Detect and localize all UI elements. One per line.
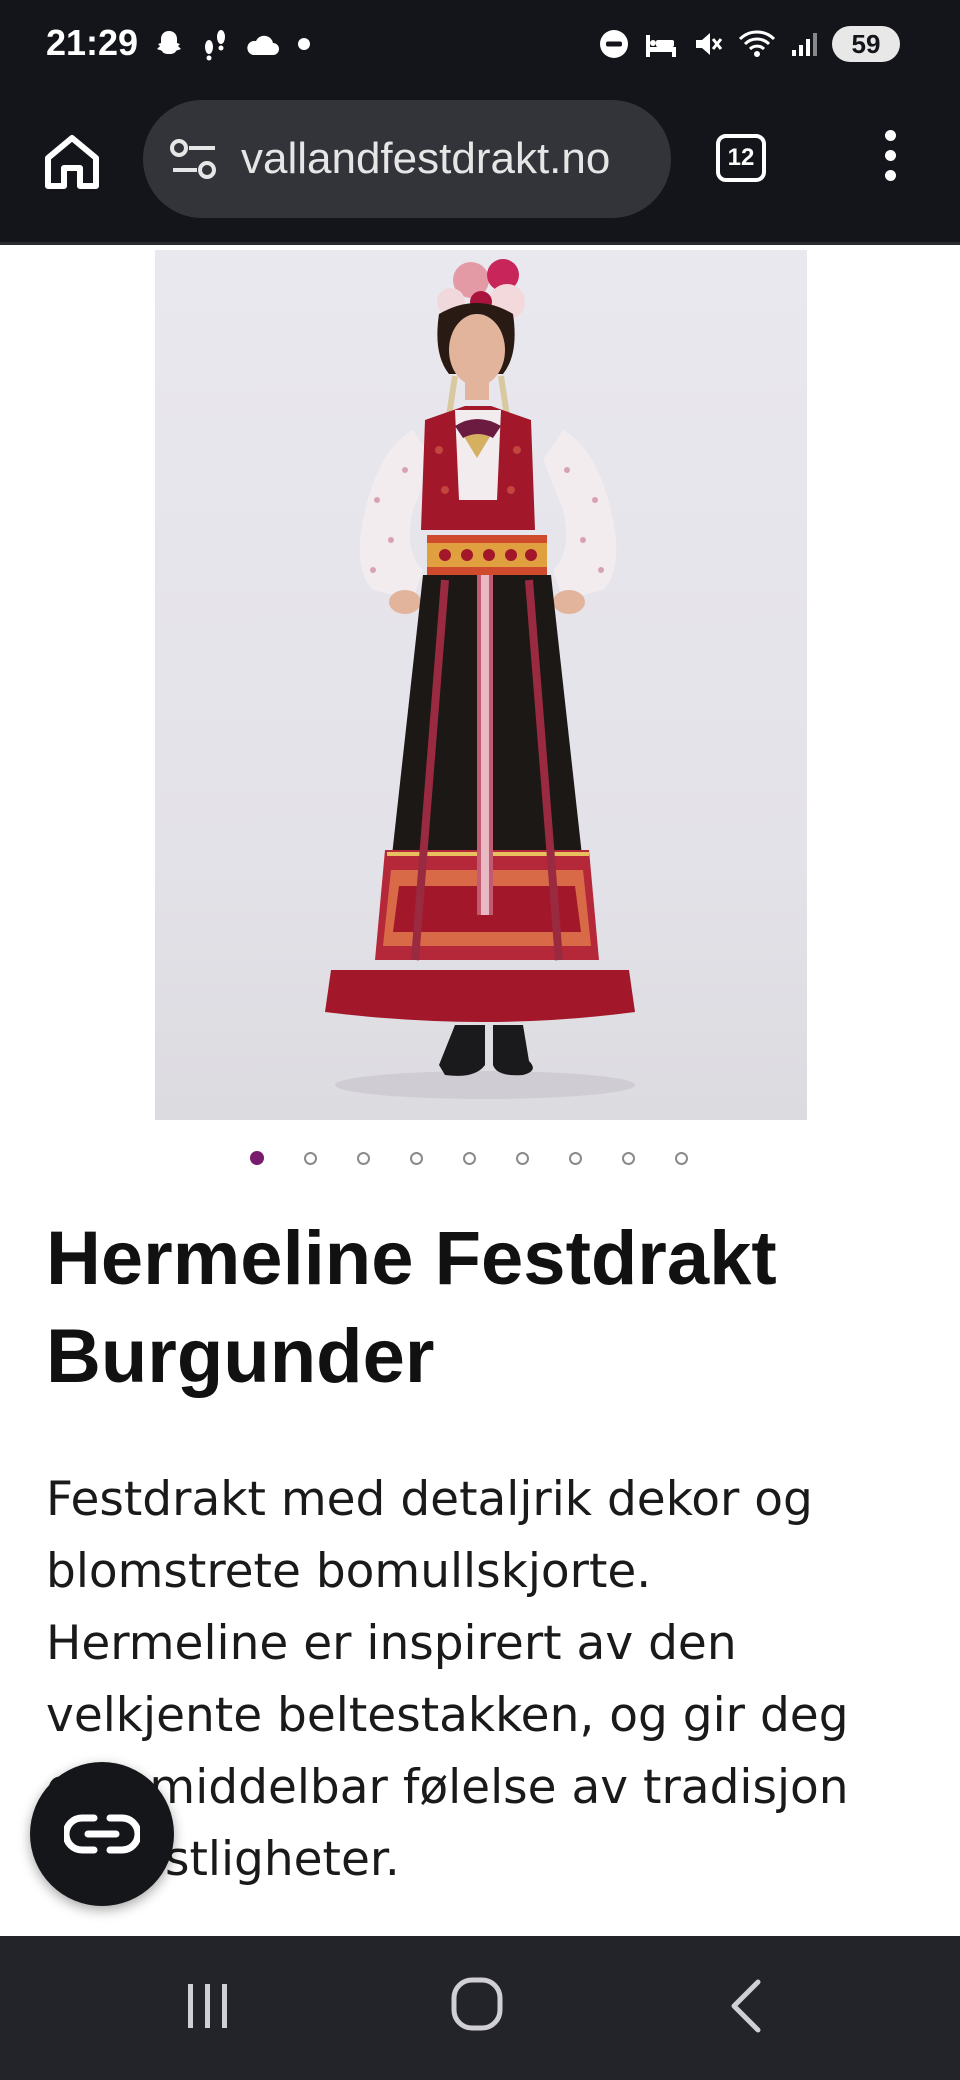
product-title: Hermeline Festdrakt Burgunder (46, 1216, 777, 1399)
carousel-dot[interactable] (410, 1151, 423, 1165)
url-text[interactable]: vallandfestdrakt.no (241, 134, 610, 184)
mute-icon (692, 28, 724, 60)
do-not-disturb-icon (598, 28, 630, 60)
carousel-dot[interactable] (569, 1151, 582, 1165)
home-nav-button[interactable] (450, 1976, 504, 2037)
status-time: 21:29 (46, 22, 139, 63)
carousel-dot[interactable] (250, 1151, 264, 1165)
carousel-dot[interactable] (304, 1151, 317, 1165)
recents-button[interactable] (184, 1980, 232, 2037)
steps-icon (200, 27, 230, 61)
address-bar[interactable]: vallandfestdrakt.no (143, 100, 671, 218)
cloud-icon (244, 31, 280, 57)
carousel-indicator (250, 1151, 688, 1165)
home-circle-icon (451, 1977, 503, 2031)
floating-link-button[interactable] (30, 1762, 174, 1906)
product-image[interactable] (155, 250, 807, 1120)
status-bar: 21:29 59 (0, 0, 960, 90)
carousel-dot[interactable] (357, 1151, 370, 1165)
back-chevron-icon (731, 1979, 761, 2033)
notification-icons (152, 24, 314, 64)
recents-icon (188, 1984, 227, 2028)
home-button[interactable] (40, 130, 104, 194)
back-button[interactable] (728, 1978, 764, 2039)
bed-icon (644, 29, 678, 59)
system-icons: 59 (598, 24, 900, 64)
wifi-icon (738, 29, 776, 59)
carousel-dot[interactable] (463, 1151, 476, 1165)
site-settings-icon[interactable] (169, 136, 219, 182)
snapchat-icon (152, 27, 186, 61)
product-description: Festdrakt med detaljrik dekor og blomstr… (46, 1472, 849, 1887)
bunad-photo-illustration (325, 259, 635, 1099)
system-navigation-bar (0, 1936, 960, 2080)
carousel-dot[interactable] (516, 1151, 529, 1165)
browser-toolbar: vallandfestdrakt.no 12 (0, 90, 960, 245)
home-icon (45, 135, 99, 189)
signal-icon (790, 30, 818, 58)
battery-indicator: 59 (832, 26, 900, 62)
more-menu-icon[interactable] (870, 130, 910, 190)
dot-icon (294, 34, 314, 54)
link-icon (64, 1814, 140, 1854)
carousel-dot[interactable] (622, 1151, 635, 1165)
carousel-dot[interactable] (675, 1151, 688, 1165)
tab-switcher-button[interactable]: 12 (716, 134, 766, 182)
